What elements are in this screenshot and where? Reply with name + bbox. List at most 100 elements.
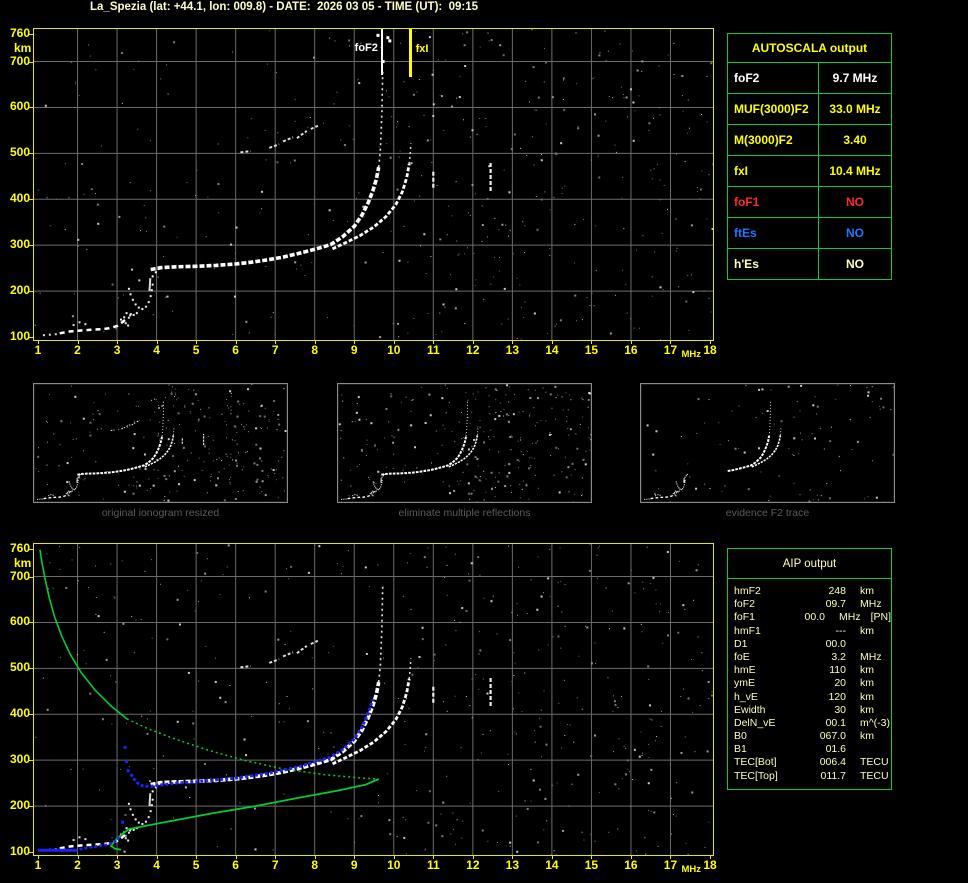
x-axis-label-top: 1 <box>34 343 42 357</box>
aip-row-value: 00.1 <box>825 716 846 729</box>
x-axis-label-top: 14 <box>545 343 559 357</box>
autoscala-row-value: 9.7 MHz <box>832 71 878 85</box>
thumbnail-caption-1: original ionogram resized <box>101 507 220 519</box>
x-axis-label-top: 9 <box>350 343 358 357</box>
thumbnail-caption-3: evidence F2 trace <box>725 507 810 519</box>
autoscala-row-value: 33.0 MHz <box>829 102 881 116</box>
aip-row-label: TEC[Top] <box>734 769 778 782</box>
y-axis-tick-bottom <box>29 714 34 716</box>
x-axis-label-bottom: 11 <box>426 858 440 872</box>
x-axis-tick-bottom <box>630 856 632 859</box>
aip-row-unit: km <box>860 703 874 716</box>
y-axis-tick-top <box>29 337 34 338</box>
x-axis-label-bottom: 1 <box>34 858 42 872</box>
x-axis-label-top: 17 <box>663 343 678 357</box>
x-axis-tick-bottom <box>275 856 277 859</box>
aip-row-value: 00.0 <box>825 637 846 650</box>
x-axis-label-bottom: 7 <box>271 858 279 872</box>
y-axis-tick-bottom <box>29 668 34 670</box>
aip-row-value: 01.6 <box>825 743 846 756</box>
aip-row-unit: MHz <box>860 650 882 663</box>
x-axis-tick-bottom <box>156 856 158 859</box>
aip-row-fof2: foF2 09.7 MHz <box>734 598 891 611</box>
y-axis-label-top: 760 <box>9 26 30 40</box>
y-axis-label-top: 400 <box>9 191 30 206</box>
x-axis-label-bottom: 8 <box>311 858 319 872</box>
aip-row-unit: MHz <box>838 611 861 624</box>
aip-row-unit: km <box>860 730 874 743</box>
aip-row-label: hmF1 <box>734 624 761 637</box>
thumbnail-canvas-3 <box>644 384 894 502</box>
y-axis-label-bottom: 500 <box>9 660 30 675</box>
aip-row-hve: h_vE 120 km <box>734 691 891 704</box>
autoscala-row-value: NO <box>846 226 864 240</box>
x-axis-tick-bottom <box>117 856 119 859</box>
thumbnail-evidence-f2-trace <box>640 383 895 503</box>
y-axis-label-top: 700 <box>9 53 30 68</box>
x-axis-label-bottom: 17 <box>663 858 678 872</box>
fxI-marker-line <box>408 29 412 77</box>
x-axis-tick-top <box>433 341 435 344</box>
x-axis-tick-bottom <box>393 856 395 859</box>
x-axis-label-top: 7 <box>271 343 279 357</box>
x-axis-label-top: 13 <box>505 343 520 357</box>
x-axis-label-top: 4 <box>153 343 160 357</box>
autoscala-row-fof1: foF1 NO <box>728 187 891 218</box>
aip-row-hme: hmE 110 km <box>734 664 891 677</box>
y-axis-label-bottom: 200 <box>9 798 30 813</box>
page-title: La_Spezia (lat: +44.1, lon: 009.8) - DAT… <box>90 1 479 13</box>
aip-row-value: 3.2 <box>831 650 846 663</box>
aip-row-value: 20 <box>834 677 846 690</box>
aip-row-note: [PN] <box>870 611 891 624</box>
aip-row-tecbot: TEC[Bot] 006.4 TECU <box>734 756 891 769</box>
autoscala-row-m3000f2: M(3000)F2 3.40 <box>728 125 891 156</box>
x-axis-tick-top <box>38 341 39 344</box>
x-axis-unit-top: MHz <box>681 349 701 360</box>
aip-row-unit: m^(-3) <box>860 716 891 729</box>
x-axis-tick-top <box>235 341 237 344</box>
y-axis-label-top: 100 <box>9 329 30 343</box>
x-axis-label-top: 3 <box>113 343 121 357</box>
aip-row-b0: B0 067.0 km <box>734 730 891 743</box>
aip-row-value: 248 <box>828 585 846 597</box>
autoscala-row-label: MUF(3000)F2 <box>728 94 819 124</box>
aip-row-label: h_vE <box>734 690 758 703</box>
y-axis-tick-bottom <box>29 852 34 853</box>
aip-row-value: --- <box>835 624 847 637</box>
x-axis-unit-bottom: MHz <box>681 864 701 875</box>
aip-row-foe: foE 3.2 MHz <box>734 651 891 664</box>
autoscala-row-label: foF1 <box>728 187 819 217</box>
autoscala-row-fxi: fxI 10.4 MHz <box>728 156 891 187</box>
x-axis-tick-top <box>591 341 593 344</box>
aip-row-label: ymE <box>734 677 755 690</box>
aip-row-ewidth: Ewidth 30 km <box>734 704 891 717</box>
y-axis-tick-top <box>29 291 34 293</box>
aip-row-value: 00.0 <box>804 611 825 624</box>
y-axis-label-top: 500 <box>9 145 30 160</box>
autoscala-table-title: AUTOSCALA output <box>728 34 891 63</box>
x-axis-label-bottom: 15 <box>584 858 599 872</box>
y-axis-tick-bottom <box>29 549 34 550</box>
x-axis-label-bottom: 13 <box>505 858 520 872</box>
autoscala-row-ftes: ftEs NO <box>728 218 891 249</box>
y-axis-tick-top <box>29 107 34 109</box>
x-axis-tick-bottom <box>710 856 711 859</box>
autoscala-row-value: 3.40 <box>843 133 867 147</box>
x-axis-label-top: 16 <box>624 343 638 357</box>
x-axis-label-bottom: 6 <box>232 858 239 872</box>
y-axis-label-bottom: 600 <box>9 614 30 629</box>
y-axis-tick-top <box>29 34 34 35</box>
ionogram-plot-bottom <box>33 543 714 856</box>
x-axis-label-top: 2 <box>74 343 81 357</box>
y-axis-tick-bottom <box>29 760 34 762</box>
autoscala-output-table: AUTOSCALA output foF2 9.7 MHz MUF(3000)F2 3… <box>727 33 892 280</box>
aip-row-hmf1: hmF1 --- km <box>734 625 891 638</box>
x-axis-tick-bottom <box>77 856 79 859</box>
y-axis-tick-top <box>29 245 34 247</box>
x-axis-label-top: 11 <box>426 343 440 357</box>
y-axis-unit-top: km <box>14 41 32 55</box>
y-axis-tick-top <box>29 153 34 155</box>
aip-output-table: AIP output hmF2 248 km foF2 09.7 MHz foF1 00.0 M… <box>727 548 892 790</box>
x-axis-tick-bottom <box>591 856 593 859</box>
aip-row-unit: MHz <box>860 598 882 611</box>
